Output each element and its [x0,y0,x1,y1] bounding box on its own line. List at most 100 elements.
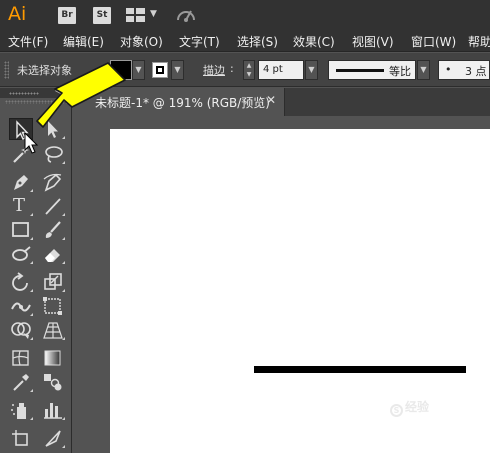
brush-label: 3 点 [465,65,487,78]
stroke-weight-dropdown[interactable]: ▼ [305,60,318,80]
more-tools-indicator [62,213,65,216]
more-tools-indicator [30,337,33,340]
width-tool[interactable] [9,295,33,317]
more-tools-indicator [30,289,33,292]
selection-status: 未选择对象 [17,64,72,77]
direct-selection-tool[interactable] [41,118,65,140]
column-graph-tool[interactable] [41,399,65,421]
selection-arrow-icon [16,120,29,140]
menu-file[interactable]: 文件(F) [8,33,48,50]
menu-bar: 文件(F) 编辑(E) 对象(O) 文字(T) 选择(S) 效果(C) 视图(V… [0,30,490,52]
magic-wand-icon [13,146,29,163]
artboard-icon [12,430,28,446]
tools-grip[interactable] [5,100,67,104]
more-tools-indicator [30,417,33,420]
shaper-tool[interactable] [9,243,33,265]
stroke-label-colon: : [230,62,234,75]
menu-object[interactable]: 对象(O) [120,33,163,50]
selection-tool[interactable] [9,118,33,140]
more-tools-indicator [62,417,65,420]
profile-preview [336,69,384,72]
more-tools-indicator [62,445,65,448]
watermark: S 经验 [390,398,429,417]
more-tools-indicator [62,337,65,340]
menu-effect[interactable]: 效果(C) [293,33,335,50]
type-tool[interactable]: T [9,195,33,217]
more-tools-indicator [30,389,33,392]
drawn-line-path[interactable] [254,366,466,373]
tab-bar-empty [285,88,490,116]
more-tools-indicator [62,289,65,292]
rotate-tool[interactable] [9,271,33,293]
close-tab-icon[interactable]: ✕ [266,93,276,107]
free-transform-tool[interactable] [41,295,65,317]
scale-tool[interactable] [41,271,65,293]
blend-tool[interactable] [41,371,65,393]
lasso-tool[interactable] [41,143,65,165]
slice-tool[interactable] [41,427,65,449]
shape-builder-tool[interactable] [9,319,33,341]
fill-swatch[interactable] [110,60,132,80]
mesh-tool[interactable] [9,347,33,369]
watermark-logo-icon: S [390,404,403,417]
control-bar: 未选择对象 ▼ ▼ 描边 : ▲ ▼ 4 pt ▼ 等比 ▼ • 3 点 [0,53,490,87]
stroke-swatch[interactable] [152,62,168,78]
curvature-tool[interactable] [41,171,65,193]
more-tools-indicator [30,213,33,216]
document-tab[interactable]: 未标题-1* @ 191% (RGB/预览) ✕ [73,88,285,116]
bridge-button[interactable]: Br [58,7,76,24]
menu-view[interactable]: 视图(V) [352,33,394,50]
blend-icon [44,374,62,391]
fill-dropdown[interactable]: ▼ [132,60,145,80]
more-tools-indicator [30,313,33,316]
chevron-down-icon[interactable]: ▼ [150,9,157,19]
workspace-layout-icon[interactable] [126,8,145,22]
stroke-weight-stepper[interactable]: ▲ ▼ [243,60,255,80]
more-tools-indicator [62,161,65,164]
artboard-tool[interactable] [9,427,33,449]
type-t-icon: T [13,195,26,216]
line-segment-tool[interactable] [41,195,65,217]
artboard[interactable] [110,129,490,453]
app-bar: Ai Br St ▼ [0,0,490,30]
more-tools-indicator [62,136,65,139]
watermark-text: 经验 [405,400,430,414]
illustrator-logo: Ai [8,3,27,25]
menu-help[interactable]: 帮助 [468,33,490,50]
eyedropper-tool[interactable] [9,371,33,393]
gradient-tool[interactable] [41,347,65,369]
symbol-sprayer-tool[interactable] [9,399,33,421]
panel-grip[interactable] [9,92,39,95]
stroke-dropdown[interactable]: ▼ [171,60,184,80]
gradient-icon [44,350,61,366]
profile-label: 等比 [389,65,411,78]
more-tools-indicator [30,237,33,240]
menu-edit[interactable]: 编辑(E) [63,33,104,50]
variable-width-profile[interactable]: 等比 [328,60,416,80]
more-tools-indicator [62,261,65,264]
curvature-pen-icon [43,173,62,192]
stroke-label[interactable]: 描边 [203,62,225,78]
brush-definition[interactable]: • 3 点 [438,60,490,80]
free-transform-icon [43,297,62,315]
menu-type[interactable]: 文字(T) [179,33,220,50]
paintbrush-tool[interactable] [41,219,65,241]
control-bar-grip[interactable] [4,61,9,79]
more-tools-indicator [62,237,65,240]
mesh-icon [12,350,29,366]
perspective-grid-tool[interactable] [41,319,65,341]
profile-dropdown[interactable]: ▼ [417,60,430,80]
brush-bullet: • [445,63,452,76]
eraser-tool[interactable] [41,243,65,265]
stock-button[interactable]: St [93,7,111,24]
menu-select[interactable]: 选择(S) [237,33,278,50]
rectangle-tool[interactable] [9,219,33,241]
magic-wand-tool[interactable] [9,143,33,165]
document-tab-title: 未标题-1* @ 191% (RGB/预览) [95,96,270,110]
menu-window[interactable]: 窗口(W) [411,33,456,50]
pen-tool[interactable] [9,171,33,193]
stroke-weight-input[interactable]: 4 pt [258,60,304,80]
collapse-icon[interactable]: ◀◀ [55,86,67,95]
gpu-performance-icon[interactable] [175,5,197,25]
tools-panel-header[interactable]: ◀◀ [0,86,72,98]
